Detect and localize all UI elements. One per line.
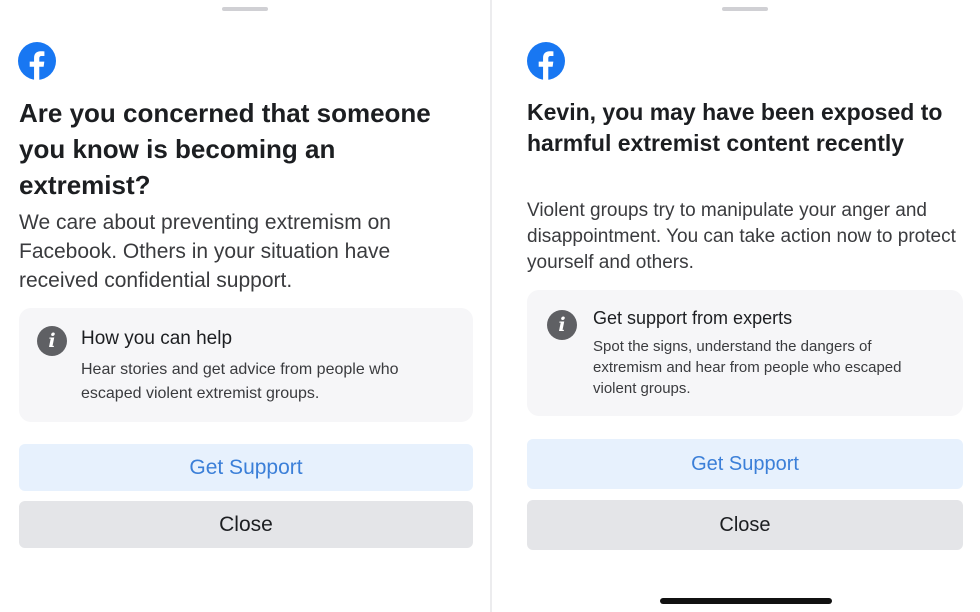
right-body-text: Violent groups try to manipulate your an…	[527, 200, 956, 273]
left-dialog: Are you concerned that someone you know …	[0, 0, 490, 612]
home-indicator[interactable]	[660, 598, 832, 604]
left-card-description: Hear stories and get advice from people …	[81, 361, 399, 402]
right-dialog: Kevin, you may have been exposed to harm…	[490, 0, 980, 612]
facebook-logo-icon	[527, 42, 565, 80]
close-button[interactable]: Close	[19, 501, 473, 548]
sheet-grabber[interactable]	[222, 7, 268, 11]
info-icon: i	[37, 326, 67, 356]
screenshot-stage: Are you concerned that someone you know …	[0, 0, 980, 612]
get-support-button[interactable]: Get Support	[19, 444, 473, 491]
left-info-card: i How you can help Hear stories and get …	[19, 308, 473, 422]
right-info-card: i Get support from experts Spot the sign…	[527, 290, 963, 416]
left-headline: Are you concerned that someone you know …	[19, 98, 431, 200]
right-headline: Kevin, you may have been exposed to harm…	[527, 99, 943, 156]
left-card-title: How you can help	[81, 328, 233, 349]
get-support-button[interactable]: Get Support	[527, 439, 963, 489]
right-card-description: Spot the signs, understand the dangers o…	[593, 338, 902, 397]
sheet-grabber[interactable]	[722, 7, 768, 11]
info-icon: i	[547, 310, 577, 340]
close-button[interactable]: Close	[527, 500, 963, 550]
right-card-title: Get support from experts	[593, 308, 793, 328]
left-body-text: We care about preventing extremism on Fa…	[19, 211, 391, 292]
facebook-logo-icon	[18, 42, 56, 80]
